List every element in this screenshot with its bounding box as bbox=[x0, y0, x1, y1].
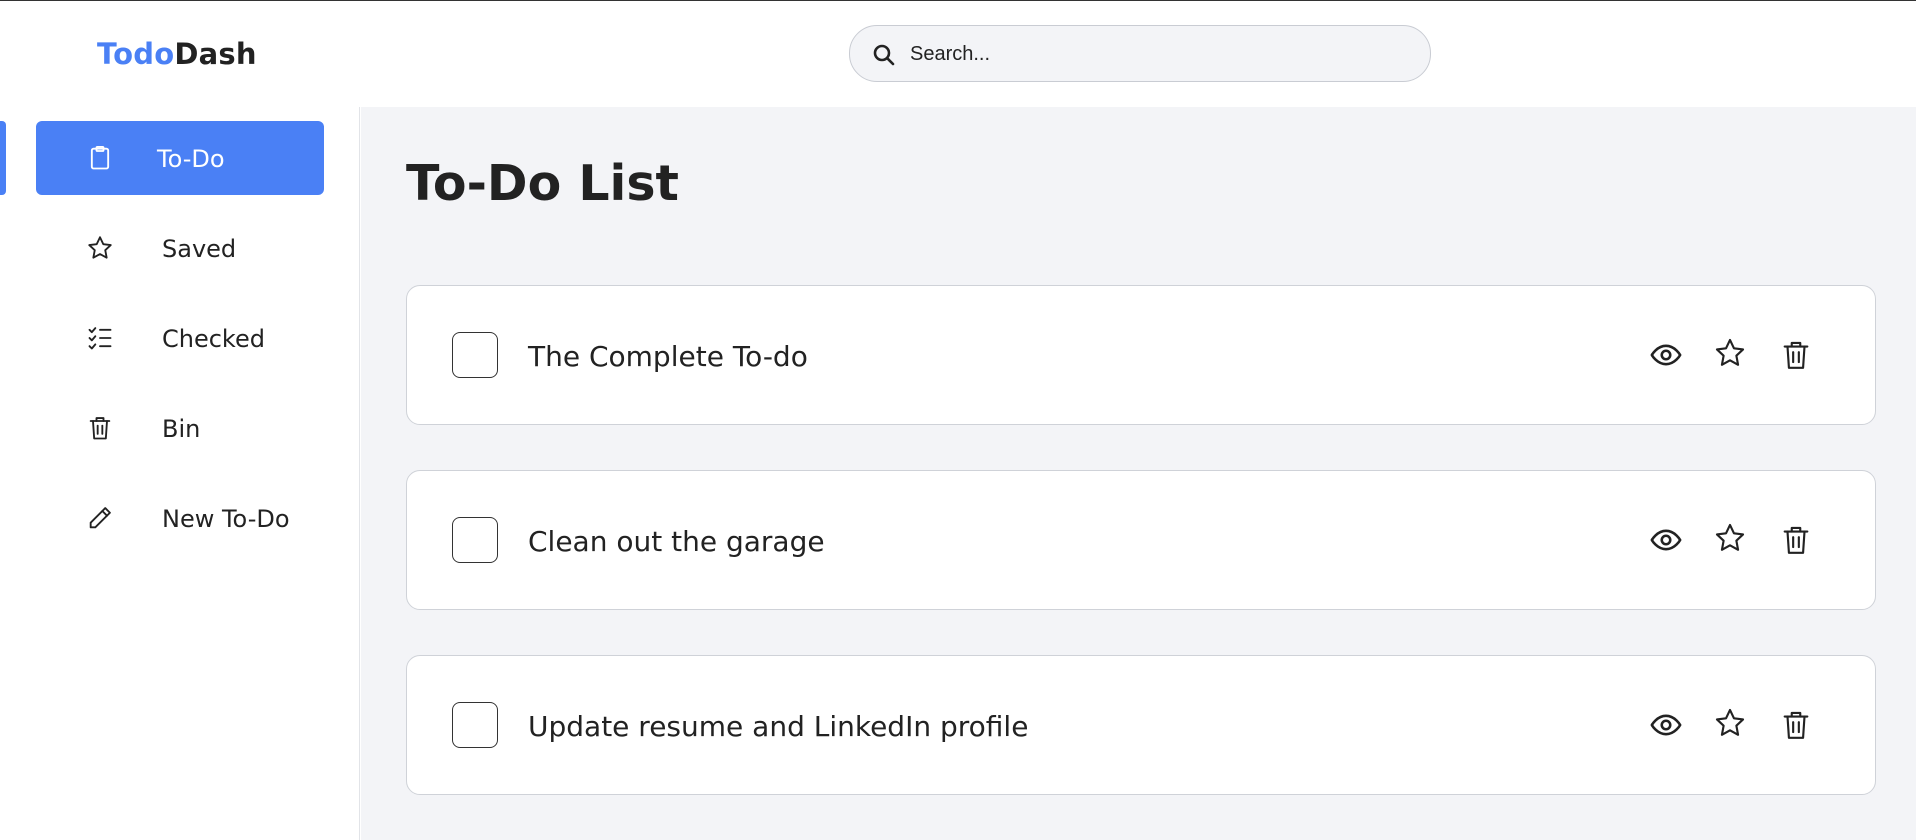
todo-card: The Complete To-do bbox=[406, 285, 1876, 425]
sidebar-item-label: Bin bbox=[162, 415, 201, 443]
trash-icon[interactable] bbox=[1779, 338, 1813, 372]
trash-icon bbox=[89, 417, 111, 440]
search-input[interactable] bbox=[910, 36, 1410, 72]
sidebar-item-label: To-Do bbox=[157, 145, 225, 173]
sidebar-item-saved[interactable]: Saved bbox=[36, 211, 324, 285]
sidebar-item-label: Checked bbox=[162, 325, 265, 353]
page-title: To-Do List bbox=[406, 155, 679, 212]
todo-checkbox[interactable] bbox=[452, 332, 498, 378]
trash-icon[interactable] bbox=[1779, 708, 1813, 742]
main-content: To-Do List The Complete To-do Clean out … bbox=[361, 107, 1916, 840]
star-icon[interactable] bbox=[1713, 706, 1747, 740]
search-icon bbox=[873, 44, 895, 66]
todo-checkbox[interactable] bbox=[452, 702, 498, 748]
logo-text-todo: Todo bbox=[97, 37, 175, 71]
eye-icon[interactable] bbox=[1649, 708, 1683, 742]
todo-checkbox[interactable] bbox=[452, 517, 498, 563]
star-icon[interactable] bbox=[1713, 521, 1747, 555]
checklist-icon bbox=[88, 327, 112, 350]
search-bar bbox=[849, 25, 1431, 82]
top-header: TodoDash bbox=[0, 1, 1916, 107]
sidebar-item-todo[interactable]: To-Do bbox=[36, 121, 324, 195]
sidebar: To-Do Saved Checked Bin New To-Do bbox=[0, 107, 360, 840]
eye-icon[interactable] bbox=[1649, 338, 1683, 372]
sidebar-item-checked[interactable]: Checked bbox=[36, 301, 324, 375]
pencil-icon bbox=[89, 507, 111, 529]
todo-title: Update resume and LinkedIn profile bbox=[528, 710, 1029, 743]
clipboard-icon bbox=[90, 145, 110, 170]
sidebar-item-new-todo[interactable]: New To-Do bbox=[36, 481, 324, 555]
trash-icon[interactable] bbox=[1779, 523, 1813, 557]
active-nav-indicator bbox=[0, 121, 6, 195]
todo-title: The Complete To-do bbox=[528, 340, 808, 373]
sidebar-item-label: New To-Do bbox=[162, 505, 290, 533]
star-icon bbox=[88, 236, 112, 259]
sidebar-item-bin[interactable]: Bin bbox=[36, 391, 324, 465]
todo-card: Clean out the garage bbox=[406, 470, 1876, 610]
eye-icon[interactable] bbox=[1649, 523, 1683, 557]
todo-title: Clean out the garage bbox=[528, 525, 825, 558]
sidebar-item-label: Saved bbox=[162, 235, 237, 263]
star-icon[interactable] bbox=[1713, 336, 1747, 370]
app-logo[interactable]: TodoDash bbox=[97, 37, 257, 71]
logo-text-dash: Dash bbox=[174, 37, 257, 71]
todo-card: Update resume and LinkedIn profile bbox=[406, 655, 1876, 795]
